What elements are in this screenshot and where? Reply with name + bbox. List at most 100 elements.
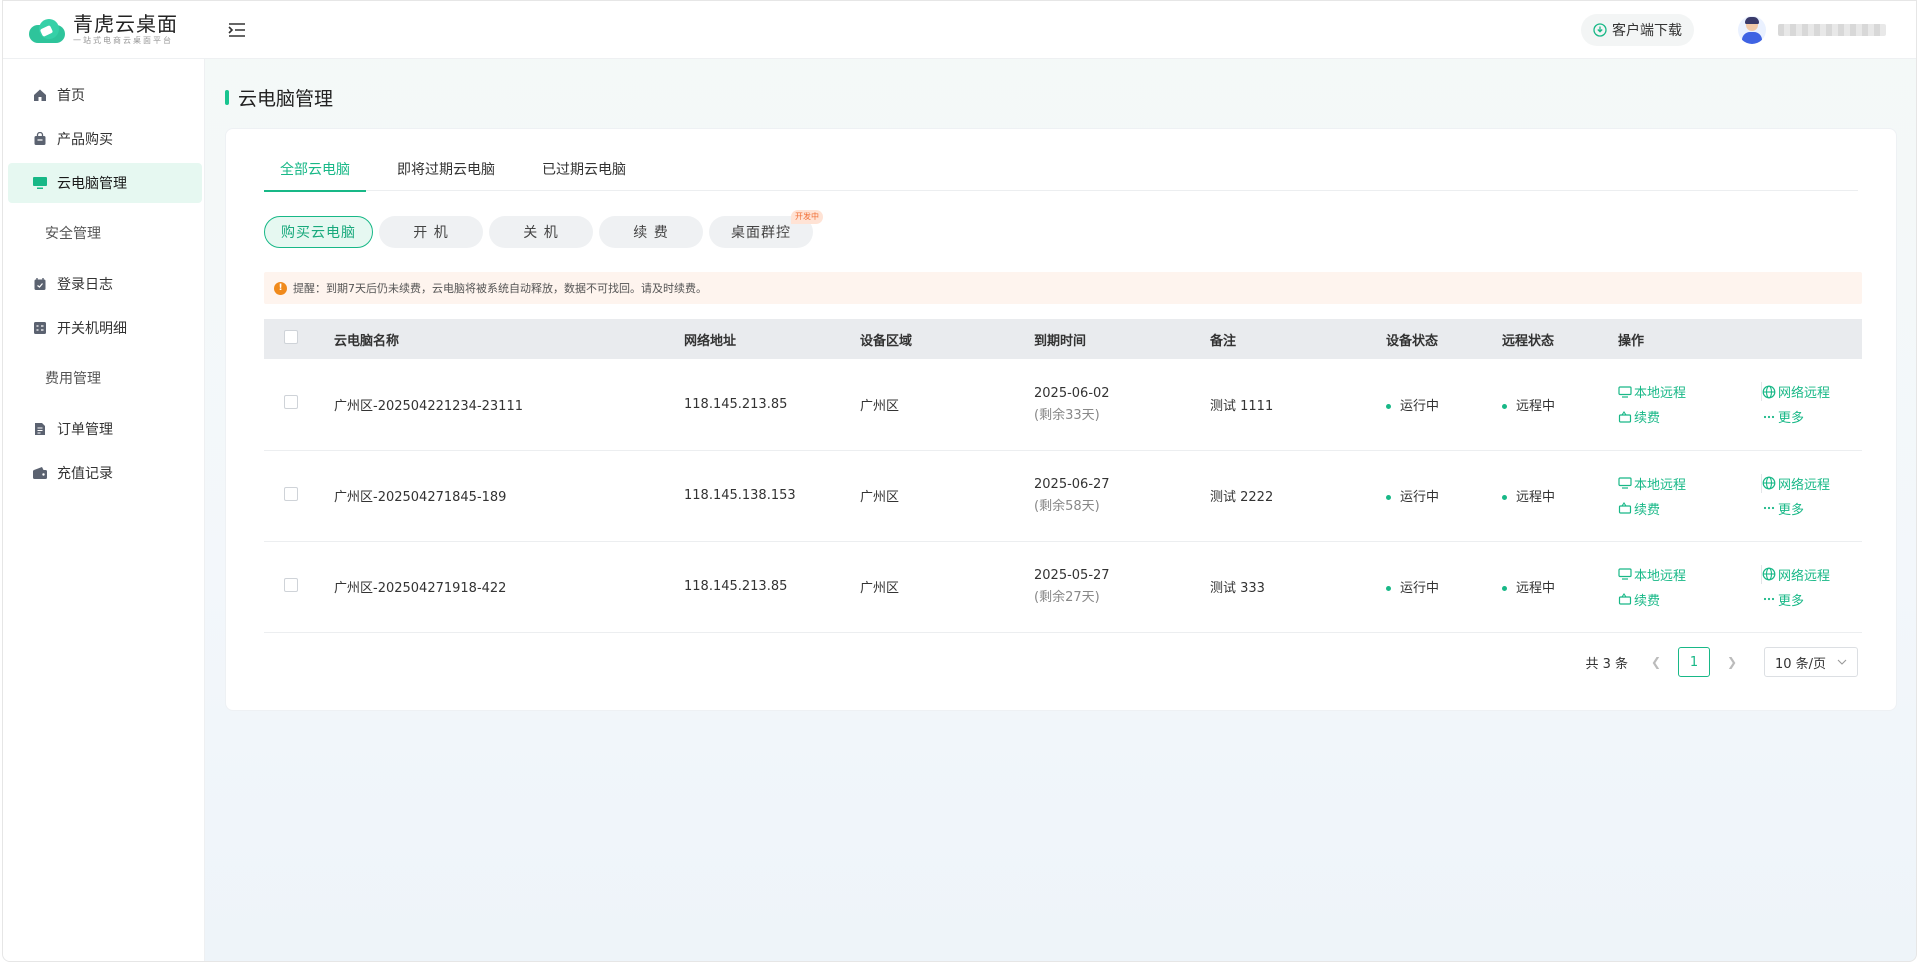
avatar — [1738, 15, 1766, 44]
power-off-button[interactable]: 关 机 — [489, 216, 593, 248]
network-remote-link[interactable]: 网络远程 — [1762, 474, 1862, 493]
next-page-icon[interactable]: ❯ — [1718, 647, 1746, 677]
table-header: 云电脑名称 网络地址 设备区域 到期时间 备注 设备状态 远程状态 操作 — [264, 319, 1862, 359]
globe-icon — [1762, 476, 1776, 490]
renew-link[interactable]: 续费 — [1618, 590, 1762, 609]
gift-icon — [1618, 593, 1632, 605]
remote-status: 远程中 — [1502, 359, 1618, 450]
gift-icon — [1618, 410, 1632, 423]
group-control-button[interactable]: 桌面群控 开发中 — [709, 210, 823, 248]
sidebar-item-recharge[interactable]: 充值记录 — [8, 453, 202, 493]
pc-region: 广州区 — [860, 398, 900, 414]
bag-icon — [32, 131, 48, 147]
local-remote-link[interactable]: 本地远程 — [1618, 473, 1762, 493]
table-row: 广州区-202504221234-23111 118.145.213.85 广州… — [264, 359, 1862, 450]
pc-ip: 118.145.138.153 — [684, 488, 796, 503]
prev-page-icon[interactable]: ❮ — [1642, 647, 1670, 677]
page-number[interactable]: 1 — [1678, 647, 1710, 677]
pc-region: 广州区 — [860, 490, 900, 505]
col-header-ip[interactable]: 网络地址 — [684, 319, 860, 359]
sidebar-item-power-log[interactable]: 开关机明细 — [8, 308, 202, 348]
sidebar-item-label: 云电脑管理 — [57, 176, 127, 192]
warning-icon: ! — [274, 281, 287, 295]
page-title: 云电脑管理 — [225, 84, 333, 111]
table-row: 广州区-202504271845-189 118.145.138.153 广州区… — [264, 450, 1862, 541]
col-header-expire[interactable]: 到期时间 — [1034, 319, 1210, 359]
sidebar-item-label: 安全管理 — [45, 226, 101, 242]
pc-name: 广州区-202504271918-422 — [334, 581, 507, 596]
sidebar-item-purchase[interactable]: 产品购买 — [8, 119, 202, 159]
pagination-total: 共 3 条 — [1585, 656, 1628, 672]
more-icon — [1763, 506, 1775, 510]
select-all-checkbox[interactable] — [284, 330, 298, 344]
more-icon — [1763, 597, 1775, 601]
expiry-notice: ! 提醒：到期7天后仍未续费，云电脑将被系统自动释放，数据不可找回。请及时续费。 — [264, 272, 1862, 304]
home-icon — [32, 87, 48, 103]
tab-all[interactable]: 全部云电脑 — [264, 159, 366, 192]
sidebar-item-cloud-pc[interactable]: 云电脑管理 — [8, 163, 202, 203]
gift-icon — [1618, 502, 1632, 514]
col-header-region[interactable]: 设备区域 — [860, 319, 1034, 359]
wallet-icon — [32, 465, 48, 481]
remaining-days: (剩余33天) — [1034, 407, 1100, 423]
pc-note: 测试 333 — [1210, 581, 1265, 596]
sidebar: 首页 产品购买 云电脑管理 安全管理 登录日志 开关机明细 费用管理 订单管理 — [3, 59, 205, 961]
menu-collapse-icon[interactable] — [227, 21, 247, 39]
sidebar-item-label: 订单管理 — [57, 422, 113, 438]
more-link[interactable]: 更多 — [1762, 590, 1862, 609]
pc-ip: 118.145.213.85 — [684, 579, 788, 594]
pc-note: 测试 2222 — [1210, 490, 1274, 505]
power-on-button[interactable]: 开 机 — [379, 216, 483, 248]
pc-name: 广州区-202504271845-189 — [334, 490, 507, 505]
more-icon — [1763, 415, 1775, 418]
calendar-icon — [32, 276, 48, 292]
page-size-select[interactable]: 10 条/页 — [1764, 647, 1858, 677]
brand-subtitle: 一站式电商云桌面平台 — [73, 36, 173, 45]
row-checkbox[interactable] — [284, 577, 298, 592]
monitor-icon — [1618, 386, 1632, 398]
client-download-button[interactable]: 客户端下载 — [1581, 13, 1694, 46]
sidebar-item-orders[interactable]: 订单管理 — [8, 409, 202, 449]
row-checkbox[interactable] — [284, 486, 298, 501]
chevron-down-icon — [1837, 659, 1847, 665]
pagination: 共 3 条 ❮ 1 ❯ 10 条/页 — [1585, 647, 1858, 677]
monitor-icon — [1618, 477, 1632, 489]
network-remote-link[interactable]: 网络远程 — [1762, 565, 1862, 584]
remote-status: 远程中 — [1502, 541, 1618, 632]
cloud-logo-icon — [27, 17, 67, 43]
tab-expired[interactable]: 已过期云电脑 — [526, 159, 642, 191]
pc-ip: 118.145.213.85 — [684, 396, 788, 412]
network-remote-link[interactable]: 网络远程 — [1762, 382, 1862, 401]
col-header-note[interactable]: 备注 — [1210, 319, 1386, 359]
renew-link[interactable]: 续费 — [1618, 499, 1762, 518]
sidebar-item-billing[interactable]: 费用管理 — [8, 358, 202, 398]
sidebar-item-home[interactable]: 首页 — [8, 75, 202, 115]
local-remote-link[interactable]: 本地远程 — [1618, 564, 1762, 584]
renew-button[interactable]: 续 费 — [599, 216, 703, 248]
sidebar-item-label: 首页 — [57, 88, 85, 104]
renew-link[interactable]: 续费 — [1618, 407, 1762, 426]
col-header-ops: 操作 — [1618, 333, 1645, 349]
sidebar-item-security[interactable]: 安全管理 — [8, 213, 202, 253]
col-header-name[interactable]: 云电脑名称 — [334, 319, 684, 359]
row-checkbox[interactable] — [284, 395, 298, 410]
local-remote-link[interactable]: 本地远程 — [1618, 382, 1762, 402]
buy-cloud-pc-button[interactable]: 购买云电脑 — [264, 216, 373, 248]
in-development-badge: 开发中 — [791, 210, 823, 224]
col-header-device-status[interactable]: 设备状态 — [1386, 319, 1502, 359]
tab-expiring[interactable]: 即将过期云电脑 — [381, 159, 511, 191]
pc-name: 广州区-202504221234-23111 — [334, 398, 523, 414]
sidebar-item-label: 产品购买 — [57, 132, 113, 148]
sidebar-item-label: 登录日志 — [57, 277, 113, 293]
app-frame: 青虎云桌面 一站式电商云桌面平台 客户端下载 ********** 首页 产品购 — [2, 0, 1917, 962]
globe-icon — [1762, 567, 1776, 581]
sidebar-item-login-log[interactable]: 登录日志 — [8, 264, 202, 304]
more-link[interactable]: 更多 — [1762, 407, 1862, 426]
col-header-remote-status[interactable]: 远程状态 — [1502, 319, 1618, 359]
top-header: 青虎云桌面 一站式电商云桌面平台 客户端下载 ********** — [3, 1, 1916, 59]
sidebar-item-label: 开关机明细 — [57, 321, 127, 337]
more-link[interactable]: 更多 — [1762, 499, 1862, 518]
brand-logo[interactable]: 青虎云桌面 一站式电商云桌面平台 — [27, 13, 202, 46]
user-menu[interactable]: ********** — [1738, 15, 1886, 44]
user-name: ********** — [1778, 23, 1886, 36]
